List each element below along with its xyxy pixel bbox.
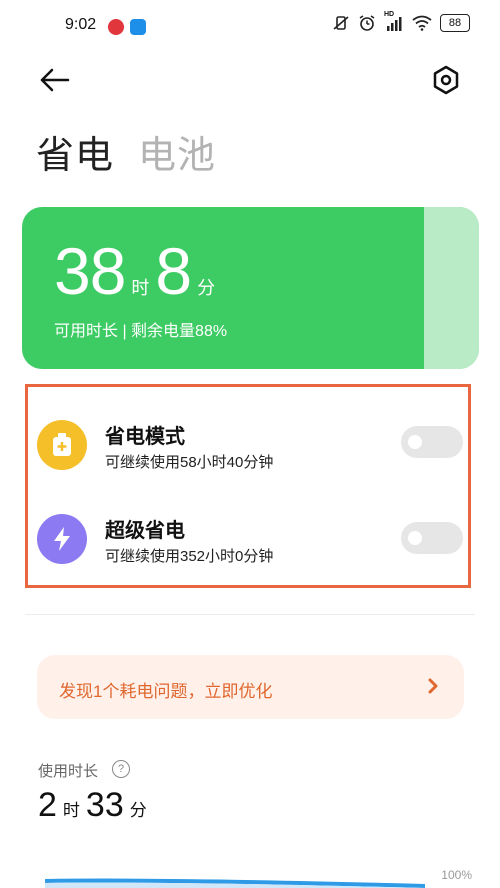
status-time: 9:02: [65, 16, 97, 33]
super-power-saving-desc: 可继续使用352小时0分钟: [105, 548, 274, 565]
chevron-right-icon: [428, 678, 438, 694]
usage-minutes-unit: 分: [129, 801, 147, 820]
settings-button[interactable]: [428, 62, 464, 98]
tab-power-saving[interactable]: 省电: [36, 124, 114, 179]
alarm-icon: [359, 15, 375, 31]
wifi-icon: [412, 15, 432, 31]
vibrate-off-icon: [333, 16, 349, 30]
battery-status-card: 38 时 8 分 可用时长 | 剩余电量88%: [22, 207, 479, 369]
usage-hours-unit: 时: [62, 801, 80, 820]
usage-hours: 2: [38, 786, 57, 824]
tab-battery[interactable]: 电池: [138, 124, 216, 179]
power-saving-mode-desc: 可继续使用58小时40分钟: [105, 454, 274, 471]
message-app-icon: [130, 19, 146, 35]
remaining-minutes: 8: [155, 234, 192, 308]
app-notification-icon: [108, 19, 124, 35]
minutes-unit: 分: [197, 278, 216, 298]
remaining-time: 38 时 8 分: [54, 233, 221, 309]
help-icon[interactable]: ?: [112, 760, 130, 778]
optimize-alert-text: 发现1个耗电问题，立即优化: [59, 682, 273, 701]
remaining-hours: 38: [54, 234, 126, 308]
battery-plus-icon: [37, 420, 87, 470]
super-power-saving-toggle[interactable]: [401, 522, 463, 554]
status-right-icons: HD 88: [332, 11, 470, 32]
power-saving-mode-row[interactable]: 省电模式 可继续使用58小时40分钟: [37, 418, 467, 476]
toggle-knob: [408, 435, 422, 449]
optimize-alert[interactable]: 发现1个耗电问题，立即优化: [37, 655, 464, 719]
signal-icon: HD: [384, 11, 404, 31]
usage-duration-label: 使用时长: [38, 763, 99, 780]
battery-subtitle: 可用时长 | 剩余电量88%: [54, 323, 228, 340]
lightning-icon: [37, 514, 87, 564]
super-power-saving-row[interactable]: 超级省电 可继续使用352小时0分钟: [37, 512, 467, 570]
usage-duration-value: 2 时 33 分: [38, 786, 153, 825]
back-button[interactable]: [36, 62, 76, 98]
battery-usage-chart-line: [45, 878, 425, 888]
section-divider: [25, 614, 475, 615]
power-saving-mode-title: 省电模式: [105, 426, 185, 448]
chart-max-label: 100%: [441, 868, 472, 882]
power-saving-mode-toggle[interactable]: [401, 426, 463, 458]
toggle-knob: [408, 531, 422, 545]
battery-indicator: 88: [440, 14, 470, 32]
arrow-left-icon: [40, 68, 70, 92]
battery-remaining-band: [424, 207, 479, 369]
hexagon-settings-icon: [433, 65, 459, 95]
hours-unit: 时: [131, 278, 150, 298]
super-power-saving-title: 超级省电: [105, 520, 185, 542]
usage-minutes: 33: [85, 786, 124, 824]
status-left-icons: [108, 19, 146, 35]
